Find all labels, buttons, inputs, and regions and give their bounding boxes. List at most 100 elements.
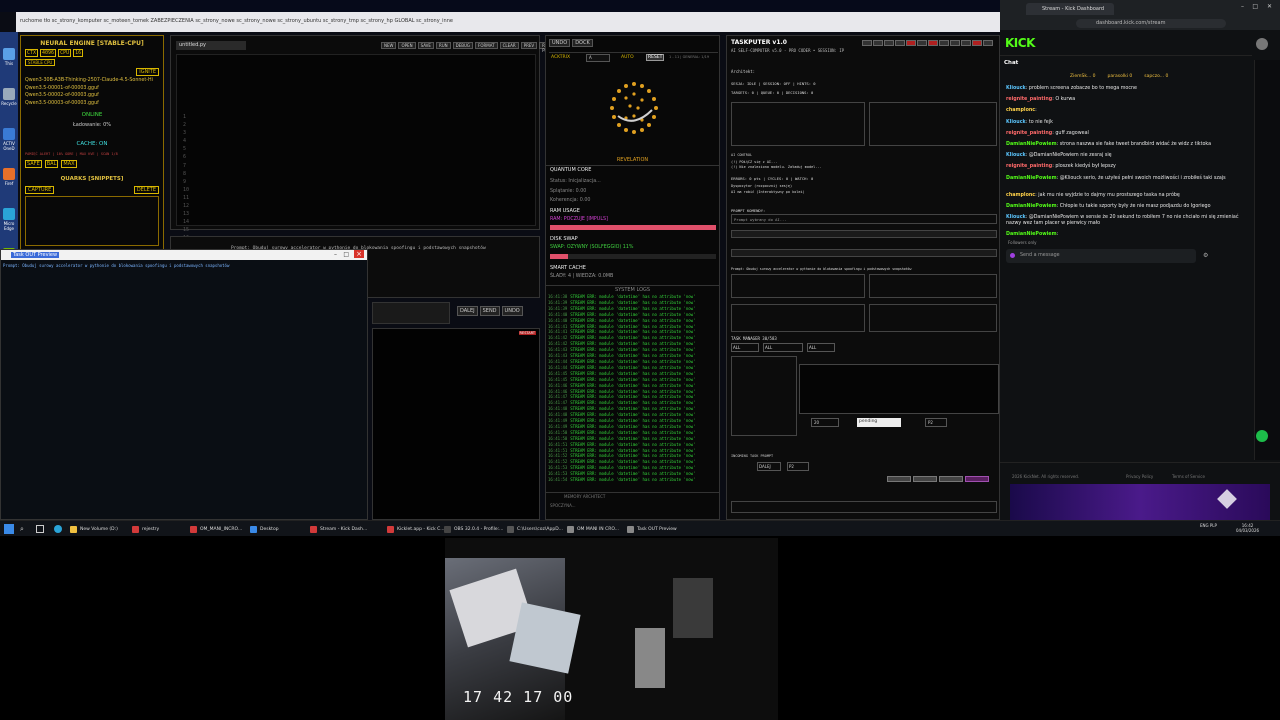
- chat-username[interactable]: Kliouck: [1006, 153, 1026, 158]
- close-window-icon[interactable]: ✕: [1267, 3, 1272, 10]
- minimize-window-icon[interactable]: –: [1241, 3, 1244, 10]
- taskbar-item[interactable]: OM_MANI_INCRO...: [188, 523, 242, 535]
- taskbar-item[interactable]: Stream - Kick Dash...: [308, 523, 367, 535]
- incoming-priority[interactable]: P2: [787, 462, 809, 471]
- desktop-app-icon[interactable]: [3, 168, 15, 180]
- terms-link[interactable]: Terms of Service: [1172, 474, 1205, 479]
- desktop-app-icon[interactable]: [3, 88, 15, 100]
- kick-logo[interactable]: KICK: [1005, 36, 1035, 50]
- chat-message[interactable]: DamianNiePowiem:: [1006, 232, 1250, 238]
- status-input[interactable]: pending: [857, 418, 901, 427]
- capture-button[interactable]: CAPTURE: [25, 186, 55, 194]
- taskputer-tool-button[interactable]: [917, 40, 927, 46]
- taskputer-tool-button[interactable]: [972, 40, 982, 46]
- safe-button[interactable]: SAFE: [25, 160, 42, 168]
- toolbar-button[interactable]: FORMAT: [475, 42, 498, 49]
- action-button[interactable]: [939, 476, 963, 482]
- chat-message[interactable]: DamianNiePowiem: strona naszwa sie fake …: [1006, 142, 1250, 148]
- undo-button[interactable]: UNDO: [501, 306, 523, 316]
- desktop-app-icon[interactable]: [3, 48, 15, 60]
- chat-message[interactable]: reignite_painting: ploszek kiedyś był le…: [1006, 164, 1250, 170]
- chat-message[interactable]: champlonc: jak mu nie wyjdzie to dajmy m…: [1006, 193, 1250, 199]
- chat-username[interactable]: DamianNiePowiem: [1006, 204, 1057, 209]
- top-viewer[interactable]: parasolki 0: [1108, 74, 1133, 79]
- chat-message[interactable]: DamianNiePowiem: Chłopie tu takie szport…: [1006, 204, 1250, 210]
- auto-toggle[interactable]: AUTO: [621, 55, 634, 60]
- taskputer-tool-button[interactable]: [983, 40, 993, 46]
- chat-username[interactable]: champlonc: [1006, 193, 1035, 198]
- task-view-icon[interactable]: [36, 525, 44, 533]
- chat-message[interactable]: Kliouck: problem screena zobacze bo to m…: [1006, 86, 1250, 92]
- toolbar-button[interactable]: DEBUG: [452, 42, 474, 49]
- chat-username[interactable]: DamianNiePowiem: [1006, 176, 1057, 181]
- top-viewer[interactable]: sapczo... 0: [1144, 74, 1168, 79]
- minimize-button[interactable]: –: [334, 251, 337, 258]
- browser-tab[interactable]: Stream - Kick Dashboard: [1026, 3, 1114, 15]
- chat-message[interactable]: Kliouck: @DamianNiePowiem w sensie że 20…: [1006, 215, 1250, 227]
- chat-username[interactable]: Kliouck: [1006, 215, 1026, 220]
- chat-username[interactable]: reignite_painting: [1006, 131, 1052, 136]
- editor-tab[interactable]: untitled.py: [176, 41, 246, 50]
- clock[interactable]: 16:42 04/03/2026: [1236, 523, 1259, 533]
- start-icon[interactable]: [4, 524, 14, 534]
- maximize-window-icon[interactable]: □: [1252, 3, 1258, 10]
- toolbar-button[interactable]: OPEN: [398, 42, 416, 49]
- prompt-input[interactable]: Prompt wybrany do AI...: [731, 214, 997, 224]
- chat-message[interactable]: reignite_painting: guff zagoweal: [1006, 131, 1250, 137]
- model-item[interactable]: Qwen3.5-00002-of-00003.gguf: [25, 92, 159, 100]
- chat-message[interactable]: Kliouck: @DamianNiePowiem nie zesraj się: [1006, 153, 1250, 159]
- mode-select[interactable]: A: [586, 54, 610, 62]
- toolbar-button[interactable]: PREV: [520, 42, 538, 49]
- edge-icon[interactable]: [54, 525, 62, 533]
- chat-username[interactable]: reignite_painting: [1006, 164, 1052, 169]
- chat-message[interactable]: DamianNiePowiem: @Kliouck serio, że użył…: [1006, 176, 1250, 182]
- chat-message[interactable]: reignite_painting: O kurwa: [1006, 97, 1250, 103]
- restart-button[interactable]: RESTART: [518, 331, 536, 335]
- toolbar-button[interactable]: RUN: [435, 42, 451, 49]
- taskbar-item[interactable]: Kicklet.app - Kick C...: [385, 523, 445, 535]
- search-icon[interactable]: ⌕: [20, 525, 24, 534]
- chat-username[interactable]: Kliouck: [1006, 120, 1026, 125]
- system-log[interactable]: 16:41:38 STREAM ERR: module 'datetime' ha…: [548, 294, 718, 490]
- taskbar-item[interactable]: OBS 32.0.4 - Profile:...: [442, 523, 503, 535]
- snippets-area[interactable]: [25, 196, 159, 246]
- chat-username[interactable]: DamianNiePowiem: [1006, 142, 1057, 147]
- chat-message[interactable]: Kliouck: to nie fejk: [1006, 120, 1250, 126]
- action-button[interactable]: [913, 476, 937, 482]
- bookmark-links[interactable]: ruchome tło sc_strony_komputer sc_moteen…: [20, 18, 453, 24]
- delete-button[interactable]: DELETE: [133, 186, 159, 194]
- dock-button[interactable]: DOCK: [572, 39, 593, 47]
- max-button[interactable]: MAX: [61, 160, 77, 168]
- filter-type[interactable]: ALL: [807, 343, 835, 352]
- taskbar-item[interactable]: Desktop: [248, 523, 279, 535]
- priority-select[interactable]: P2: [925, 418, 947, 427]
- toolbar-button[interactable]: SAVE: [417, 42, 434, 49]
- close-button[interactable]: ×: [354, 250, 364, 258]
- deadline-input[interactable]: 20: [811, 418, 839, 427]
- taskputer-tool-button[interactable]: [873, 40, 883, 46]
- emote-icon[interactable]: [1010, 253, 1015, 258]
- chat-username[interactable]: reignite_painting: [1006, 97, 1052, 102]
- code-area[interactable]: 1 2 3 4 5 6 7 8 9 10 11 12 13 14 15 16 1…: [176, 54, 536, 266]
- action-bar-2[interactable]: [731, 249, 997, 257]
- reset-button[interactable]: RESET: [646, 54, 665, 61]
- chat-message[interactable]: champlonc:: [1006, 108, 1250, 114]
- taskbar-item[interactable]: Task OUT Preview: [625, 523, 677, 535]
- model-item[interactable]: Qwen3-30B-A3B-Thinking-2507-Claude-4.5-S…: [25, 77, 159, 85]
- model-item[interactable]: Qwen3.5-00003-of-00003.gguf: [25, 100, 159, 108]
- task-list[interactable]: [731, 356, 797, 436]
- support-icon[interactable]: [1256, 430, 1268, 442]
- privacy-link[interactable]: Privacy Policy: [1126, 474, 1153, 479]
- desktop-app-icon[interactable]: [3, 128, 15, 140]
- chat-username[interactable]: Kliouck: [1006, 86, 1026, 91]
- taskputer-tool-button[interactable]: [862, 40, 872, 46]
- chat-input[interactable]: Send a message: [1006, 249, 1196, 263]
- taskbar-item[interactable]: OM MANI IN CRO...: [565, 523, 619, 535]
- ignite-button[interactable]: IGNITE: [136, 68, 159, 76]
- taskputer-tool-button[interactable]: [928, 40, 938, 46]
- ctx-value[interactable]: 4096: [40, 49, 57, 57]
- taskbar-item[interactable]: C:\Users\coz\AppD...: [505, 523, 563, 535]
- filter-priority[interactable]: ALL: [763, 343, 803, 352]
- maximize-button[interactable]: □: [343, 251, 349, 258]
- chat-username[interactable]: champlonc: [1006, 108, 1035, 113]
